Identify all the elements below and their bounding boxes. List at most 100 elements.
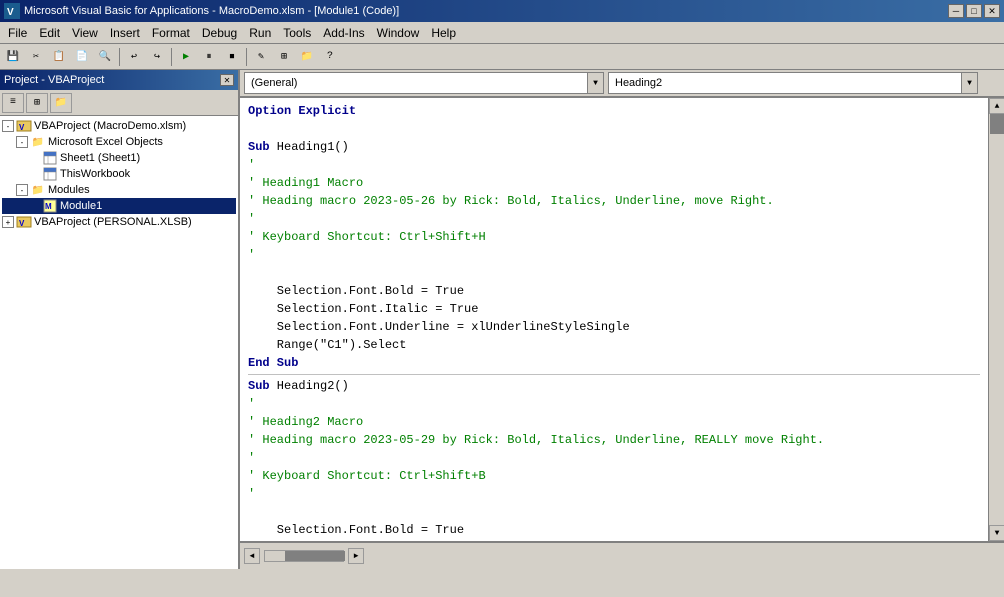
tree-item-vbaproject-personal[interactable]: + V VBAProject (PERSONAL.XLSB) bbox=[2, 214, 236, 230]
menu-run[interactable]: Run bbox=[243, 24, 277, 42]
toolbar-design[interactable]: ✎ bbox=[250, 46, 272, 68]
expand-icon[interactable]: + bbox=[2, 216, 14, 228]
hscroll-thumb[interactable] bbox=[285, 551, 345, 561]
menu-addins[interactable]: Add-Ins bbox=[317, 24, 370, 42]
menu-tools[interactable]: Tools bbox=[277, 24, 317, 42]
menu-edit[interactable]: Edit bbox=[33, 24, 66, 42]
tree-label: Modules bbox=[48, 184, 90, 196]
menu-file[interactable]: File bbox=[2, 24, 33, 42]
procedure-combo-arrow[interactable]: ▼ bbox=[961, 73, 977, 93]
scroll-up-button[interactable]: ▲ bbox=[989, 98, 1004, 114]
code-line: Selection.Font.Bold = True bbox=[248, 521, 980, 539]
project-title: Project - VBAProject bbox=[4, 74, 104, 86]
tree-label: Sheet1 (Sheet1) bbox=[60, 152, 140, 164]
project-tree: - V VBAProject (MacroDemo.xlsm) - 📁 Micr… bbox=[0, 116, 238, 569]
tree-item-thisworkbook[interactable]: ThisWorkbook bbox=[2, 166, 236, 182]
menu-insert[interactable]: Insert bbox=[104, 24, 146, 42]
tree-label: Module1 bbox=[60, 200, 102, 212]
toolbar-sep3 bbox=[246, 48, 247, 66]
toolbar-copy[interactable]: 📋 bbox=[48, 46, 70, 68]
menu-help[interactable]: Help bbox=[425, 24, 462, 42]
toolbar-sep1 bbox=[119, 48, 120, 66]
code-line bbox=[248, 264, 980, 282]
procedure-combo[interactable]: Heading2 ▼ bbox=[608, 72, 978, 94]
scroll-track[interactable] bbox=[989, 114, 1004, 525]
scroll-left-button[interactable]: ◄ bbox=[244, 548, 260, 564]
toolbar-save[interactable]: 💾 bbox=[2, 46, 24, 68]
menu-format[interactable]: Format bbox=[146, 24, 196, 42]
expand-icon[interactable]: - bbox=[16, 136, 28, 148]
toolbar-redo[interactable]: ↪ bbox=[146, 46, 168, 68]
scroll-right-button[interactable]: ► bbox=[348, 548, 364, 564]
svg-text:M: M bbox=[45, 202, 52, 211]
code-line: ' bbox=[248, 156, 980, 174]
tree-item-vbaproject-macro[interactable]: - V VBAProject (MacroDemo.xlsm) bbox=[2, 118, 236, 134]
code-scroll-area[interactable]: Option Explicit Sub Heading1()'' Heading… bbox=[240, 98, 988, 541]
proj-view-code[interactable]: ≡ bbox=[2, 93, 24, 113]
expand-icon[interactable]: - bbox=[16, 184, 28, 196]
menu-window[interactable]: Window bbox=[371, 24, 426, 42]
hscroll-track[interactable] bbox=[264, 550, 344, 562]
folder-icon: 📁 bbox=[30, 135, 46, 149]
tree-label: ThisWorkbook bbox=[60, 168, 130, 180]
svg-text:V: V bbox=[19, 219, 25, 228]
toolbar-run[interactable]: ▶ bbox=[175, 46, 197, 68]
toolbar-help[interactable]: ? bbox=[319, 46, 341, 68]
code-line: ' Heading macro 2023-05-26 by Rick: Bold… bbox=[248, 192, 980, 210]
toolbar-undo[interactable]: ↩ bbox=[123, 46, 145, 68]
code-line: Sub Heading1() bbox=[248, 138, 980, 156]
tree-item-module1[interactable]: M Module1 bbox=[2, 198, 236, 214]
main-layout: Project - VBAProject ✕ ≡ ⊞ 📁 - V VBAProj… bbox=[0, 70, 1004, 569]
vba-project-personal-icon: V bbox=[16, 215, 32, 229]
project-panel: Project - VBAProject ✕ ≡ ⊞ 📁 - V VBAProj… bbox=[0, 70, 240, 569]
tree-item-sheet1[interactable]: Sheet1 (Sheet1) bbox=[2, 150, 236, 166]
toolbar-reset[interactable]: ⏹ bbox=[221, 46, 243, 68]
code-line: ' Heading2 Macro bbox=[248, 413, 980, 431]
minimize-button[interactable]: ─ bbox=[948, 4, 964, 18]
code-line: End Sub bbox=[248, 354, 980, 372]
code-toolbar: (General) ▼ Heading2 ▼ bbox=[240, 70, 1004, 98]
toolbar-project[interactable]: 📁 bbox=[296, 46, 318, 68]
title-bar-controls: ─ □ ✕ bbox=[948, 4, 1000, 18]
code-line: ' Heading macro 2023-05-29 by Rick: Bold… bbox=[248, 431, 980, 449]
object-combo-arrow[interactable]: ▼ bbox=[587, 73, 603, 93]
workbook-icon bbox=[42, 167, 58, 181]
expand-icon[interactable]: - bbox=[2, 120, 14, 132]
tree-item-modules[interactable]: - 📁 Modules bbox=[2, 182, 236, 198]
toolbar-sep2 bbox=[171, 48, 172, 66]
code-line: Selection.Font.Italic = True bbox=[248, 300, 980, 318]
toolbar-props[interactable]: ⊞ bbox=[273, 46, 295, 68]
code-line bbox=[248, 374, 980, 375]
vertical-scrollbar[interactable]: ▲ ▼ bbox=[988, 98, 1004, 541]
close-button[interactable]: ✕ bbox=[984, 4, 1000, 18]
code-editor[interactable]: Option Explicit Sub Heading1()'' Heading… bbox=[240, 98, 988, 541]
code-line bbox=[248, 503, 980, 521]
project-close-button[interactable]: ✕ bbox=[220, 74, 234, 86]
code-line: Selection.Font.Bold = True bbox=[248, 282, 980, 300]
object-combo[interactable]: (General) ▼ bbox=[244, 72, 604, 94]
toolbar-find[interactable]: 🔍 bbox=[94, 46, 116, 68]
vba-project-icon: V bbox=[16, 119, 32, 133]
code-area: Option Explicit Sub Heading1()'' Heading… bbox=[240, 98, 1004, 541]
project-header: Project - VBAProject ✕ bbox=[0, 70, 238, 90]
toolbar-break[interactable]: ⏸ bbox=[198, 46, 220, 68]
toolbar: 💾 ✂ 📋 📄 🔍 ↩ ↪ ▶ ⏸ ⏹ ✎ ⊞ 📁 ? bbox=[0, 44, 1004, 70]
code-line: Range("C1").Select bbox=[248, 336, 980, 354]
menu-view[interactable]: View bbox=[66, 24, 104, 42]
scroll-thumb[interactable] bbox=[990, 114, 1004, 134]
proj-view-object[interactable]: ⊞ bbox=[26, 93, 48, 113]
toolbar-cut[interactable]: ✂ bbox=[25, 46, 47, 68]
proj-toggle-folders[interactable]: 📁 bbox=[50, 93, 72, 113]
menu-debug[interactable]: Debug bbox=[196, 24, 243, 42]
tree-item-excel-objects[interactable]: - 📁 Microsoft Excel Objects bbox=[2, 134, 236, 150]
title-bar-text: Microsoft Visual Basic for Applications … bbox=[24, 5, 948, 17]
toolbar-paste[interactable]: 📄 bbox=[71, 46, 93, 68]
title-bar: V Microsoft Visual Basic for Application… bbox=[0, 0, 1004, 22]
module-icon: M bbox=[42, 199, 58, 213]
svg-text:V: V bbox=[19, 123, 25, 132]
code-line: Selection.Font.Italic = True bbox=[248, 539, 980, 541]
maximize-button[interactable]: □ bbox=[966, 4, 982, 18]
scroll-down-button[interactable]: ▼ bbox=[989, 525, 1004, 541]
code-line: ' bbox=[248, 246, 980, 264]
hscroll-container: ◄ ► bbox=[244, 548, 364, 564]
